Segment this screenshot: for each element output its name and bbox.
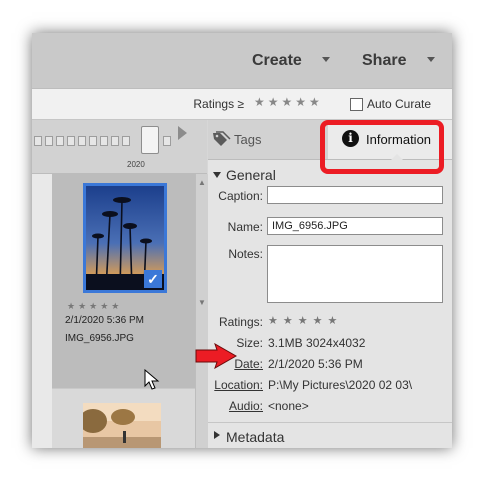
tutorial-highlight-box bbox=[320, 120, 444, 174]
notes-label: Notes: bbox=[228, 247, 263, 261]
timeline-bar[interactable] bbox=[122, 136, 130, 146]
name-label: Name: bbox=[227, 220, 263, 234]
scroll-up-icon[interactable]: ▲ bbox=[198, 178, 206, 187]
tutorial-arrow-icon bbox=[195, 343, 237, 369]
scroll-down-icon[interactable]: ▼ bbox=[198, 298, 206, 307]
selected-check-icon[interactable]: ✓ bbox=[144, 270, 162, 288]
grid-scrollbar[interactable]: ▲ ▼ bbox=[195, 174, 208, 448]
item-rating-stars[interactable]: ★★★★★ bbox=[67, 301, 122, 312]
timeline-bar[interactable] bbox=[78, 136, 86, 146]
timeline-bar[interactable] bbox=[111, 136, 119, 146]
create-dropdown-icon[interactable] bbox=[322, 57, 330, 62]
audio-label-link[interactable]: Audio: bbox=[208, 399, 263, 413]
filter-bar: Ratings ≥ ★★★★★ Auto Curate bbox=[32, 89, 452, 120]
general-section-title: General bbox=[226, 167, 276, 183]
size-value: 3.1MB 3024x4032 bbox=[268, 336, 366, 350]
media-browser: 2020 ✓ ★★★★★ 2/1/2020 5:36 PM IMG_6956.J… bbox=[32, 120, 208, 448]
top-bar: Create Share bbox=[32, 33, 452, 89]
name-input[interactable]: IMG_6956.JPG bbox=[267, 217, 443, 235]
ratings-label: Ratings: bbox=[218, 315, 263, 329]
media-item[interactable] bbox=[52, 389, 195, 448]
metadata-section-title: Metadata bbox=[226, 429, 285, 445]
tab-tags[interactable]: Tags bbox=[234, 132, 261, 147]
metadata-section-header[interactable]: Metadata bbox=[208, 426, 452, 446]
timeline-bar[interactable] bbox=[100, 136, 108, 146]
location-value: P:\My Pictures\2020 02 03\ bbox=[268, 378, 413, 392]
share-dropdown-icon[interactable] bbox=[427, 57, 435, 62]
timeline-next-icon[interactable] bbox=[178, 126, 187, 140]
ratings-stars[interactable]: ★★★★★ bbox=[268, 314, 342, 327]
mouse-pointer-icon bbox=[144, 369, 160, 390]
item-date: 2/1/2020 5:36 PM bbox=[65, 315, 144, 326]
auto-curate-checkbox[interactable] bbox=[350, 98, 363, 111]
share-button[interactable]: Share bbox=[362, 52, 406, 70]
timeline-year: 2020 bbox=[127, 160, 145, 169]
location-label-link[interactable]: Location: bbox=[208, 378, 263, 392]
beach-path-photo bbox=[83, 403, 161, 448]
timeline[interactable]: 2020 bbox=[32, 120, 207, 174]
ratings-filter-stars[interactable]: ★★★★★ bbox=[254, 95, 323, 109]
create-button[interactable]: Create bbox=[252, 52, 302, 70]
ratings-filter-label: Ratings ≥ bbox=[193, 97, 244, 111]
grid-gutter bbox=[32, 174, 52, 448]
timeline-bar[interactable] bbox=[56, 136, 64, 146]
timeline-slider-thumb[interactable] bbox=[141, 126, 159, 154]
notes-textarea[interactable] bbox=[267, 245, 443, 303]
timeline-bar[interactable] bbox=[34, 136, 42, 146]
date-value: 2/1/2020 5:36 PM bbox=[268, 357, 363, 371]
media-item-selected[interactable]: ✓ ★★★★★ 2/1/2020 5:36 PM IMG_6956.JPG bbox=[52, 174, 195, 388]
photo-thumbnail[interactable]: ✓ bbox=[83, 183, 167, 293]
photo-thumbnail[interactable] bbox=[83, 403, 161, 448]
auto-curate-label[interactable]: Auto Curate bbox=[367, 97, 431, 111]
timeline-bar[interactable] bbox=[67, 136, 75, 146]
timeline-bar[interactable] bbox=[89, 136, 97, 146]
app-window: Create Share Ratings ≥ ★★★★★ Auto Curate… bbox=[32, 33, 452, 448]
collapse-icon[interactable] bbox=[213, 172, 221, 178]
timeline-bar[interactable] bbox=[45, 136, 53, 146]
section-divider bbox=[208, 422, 452, 423]
audio-value: <none> bbox=[268, 399, 309, 413]
timeline-bar[interactable] bbox=[163, 136, 171, 146]
caption-label: Caption: bbox=[218, 189, 263, 203]
tag-icon[interactable] bbox=[212, 131, 232, 147]
caption-input[interactable] bbox=[267, 186, 443, 204]
item-filename: IMG_6956.JPG bbox=[65, 333, 134, 344]
expand-icon[interactable] bbox=[214, 431, 220, 439]
